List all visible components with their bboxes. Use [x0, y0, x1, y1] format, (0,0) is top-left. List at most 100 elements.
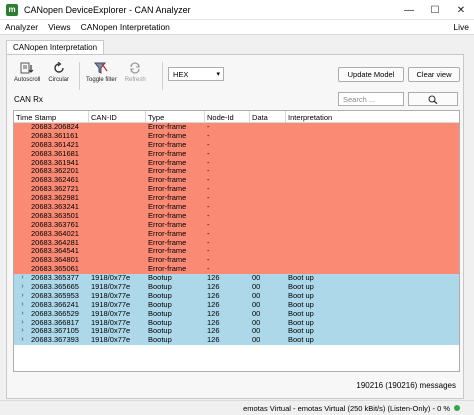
cell-interpretation: Boot up	[288, 300, 314, 309]
expand-arrow-icon[interactable]: ›	[14, 336, 29, 345]
expand-arrow-icon[interactable]: ›	[14, 319, 29, 328]
cell-type: Bootup	[148, 318, 172, 327]
window-title: CANopen DeviceExplorer - CAN Analyzer	[24, 4, 191, 15]
table-row[interactable]: 20683.364021 Error-frame -	[14, 229, 459, 239]
table-row[interactable]: 20683.361161 Error-frame -	[14, 131, 459, 141]
cell-node-id: 126	[207, 291, 220, 300]
table-row[interactable]: 20683.362461 Error-frame -	[14, 176, 459, 186]
cell-type: Error-frame	[148, 211, 187, 220]
cell-timestamp: 20683.364801	[31, 256, 79, 265]
search-button[interactable]	[408, 92, 458, 106]
expand-arrow-icon[interactable]: ›	[14, 283, 29, 292]
cell-node-id: -	[207, 238, 210, 247]
table-row[interactable]: › 20683.367105 1918/0x77e Bootup 126 00 Boot u…	[14, 327, 459, 337]
table-row[interactable]: › 20683.366241 1918/0x77e Bootup 126 00 Boot u…	[14, 300, 459, 310]
cell-type: Error-frame	[148, 247, 187, 256]
message-table[interactable]: Time Stamp CAN-ID Type Node-Id Data Inte…	[13, 110, 460, 372]
cell-type: Error-frame	[148, 256, 187, 265]
menu-live[interactable]: Live	[448, 22, 474, 32]
cell-interpretation: Boot up	[288, 327, 314, 336]
cell-timestamp: 20683.361681	[31, 149, 79, 158]
cell-timestamp: 20683.366529	[31, 309, 79, 318]
cell-can-id: 1918/0x77e	[91, 327, 131, 336]
table-row[interactable]: › 20683.365377 1918/0x77e Bootup 126 00 Boot u…	[14, 274, 459, 284]
table-row[interactable]: 20683.362721 Error-frame -	[14, 185, 459, 195]
table-row[interactable]: 20683.364281 Error-frame -	[14, 238, 459, 248]
header-node-id[interactable]: Node-Id	[205, 111, 250, 123]
cell-timestamp: 20683.361161	[31, 131, 79, 140]
search-input[interactable]: Search ...	[338, 92, 404, 106]
cell-can-id: 1918/0x77e	[91, 274, 131, 283]
cell-interpretation: Boot up	[288, 291, 314, 300]
table-row[interactable]: › 20683.366817 1918/0x77e Bootup 126 00 Boot u…	[14, 318, 459, 328]
table-row[interactable]: 20683.363241 Error-frame -	[14, 203, 459, 212]
cell-data: 00	[252, 300, 261, 309]
header-can-id[interactable]: CAN-ID	[89, 111, 146, 123]
toolbar: Autoscroll Circular Toggle filter Refres…	[14, 62, 154, 90]
cell-node-id: -	[207, 256, 210, 265]
toggle-filter-label: Toggle filter	[86, 77, 117, 83]
table-row[interactable]: › 20683.367393 1918/0x77e Bootup 126 00 Boot u…	[14, 336, 459, 346]
menu-views[interactable]: Views	[43, 22, 76, 32]
expand-arrow-icon[interactable]: ›	[14, 327, 29, 336]
title-bar: m CANopen DeviceExplorer - CAN Analyzer …	[0, 0, 474, 20]
table-row[interactable]: › 20683.365665 1918/0x77e Bootup 126 00 Boot u…	[14, 283, 459, 292]
cell-data: 00	[252, 327, 261, 336]
table-row[interactable]: 20683.361941 Error-frame -	[14, 158, 459, 168]
cell-type: Bootup	[148, 274, 172, 283]
refresh-button[interactable]: Refresh	[125, 62, 146, 83]
table-row[interactable]: 20683.364541 Error-frame -	[14, 247, 459, 257]
table-row[interactable]: 20683.362981 Error-frame -	[14, 194, 459, 204]
expand-arrow-icon[interactable]: ›	[14, 292, 29, 301]
cell-node-id: -	[207, 185, 210, 194]
cell-data: 00	[252, 318, 261, 327]
cell-timestamp: 20683.361421	[31, 140, 79, 149]
minimize-button[interactable]: —	[396, 0, 422, 20]
table-row[interactable]: 20683.363501 Error-frame -	[14, 211, 459, 221]
table-row[interactable]: 20683.361421 Error-frame -	[14, 140, 459, 150]
cell-node-id: -	[207, 131, 210, 140]
expand-arrow-icon[interactable]: ›	[14, 310, 29, 319]
header-data[interactable]: Data	[250, 111, 286, 123]
cell-interpretation: Boot up	[288, 318, 314, 327]
table-row[interactable]: 20683.363761 Error-frame -	[14, 220, 459, 230]
table-row[interactable]: 20683.365061 Error-frame -	[14, 265, 459, 275]
header-timestamp[interactable]: Time Stamp	[14, 111, 89, 123]
cell-node-id: 126	[207, 283, 220, 292]
table-body: 20683.206824 Error-frame - 20683.361161 Erro…	[14, 123, 459, 346]
cell-can-id: 1918/0x77e	[91, 300, 131, 309]
table-row[interactable]: › 20683.365953 1918/0x77e Bootup 126 00 Boot u…	[14, 291, 459, 301]
format-value: HEX	[173, 69, 189, 79]
cell-data: 00	[252, 309, 261, 318]
menu-canopen-interpretation[interactable]: CANopen Interpretation	[76, 22, 175, 32]
close-button[interactable]: ✕	[448, 0, 474, 20]
header-interpretation[interactable]: Interpretation	[286, 111, 459, 123]
header-type[interactable]: Type	[146, 111, 205, 123]
tab-canopen-interpretation[interactable]: CANopen Interpretation	[6, 40, 105, 54]
circular-button[interactable]: Circular	[48, 62, 69, 83]
cell-can-id: 1918/0x77e	[91, 309, 131, 318]
cell-data: 00	[252, 274, 261, 283]
circular-label: Circular	[48, 77, 70, 83]
expand-arrow-icon[interactable]: ›	[14, 301, 29, 310]
cell-timestamp: 20683.365953	[31, 291, 79, 300]
maximize-button[interactable]: ☐	[422, 0, 448, 20]
can-rx-label: CAN Rx	[14, 95, 43, 104]
table-row[interactable]: 20683.206824 Error-frame -	[14, 123, 459, 132]
cell-type: Error-frame	[148, 176, 187, 185]
expand-arrow-icon[interactable]: ›	[14, 274, 29, 283]
format-select[interactable]: HEX ▾	[168, 67, 224, 81]
menu-analyzer[interactable]: Analyzer	[0, 22, 43, 32]
table-row[interactable]: › 20683.366529 1918/0x77e Bootup 126 00 Boot u…	[14, 309, 459, 319]
toggle-filter-button[interactable]: Toggle filter	[86, 62, 117, 83]
table-row[interactable]: 20683.364801 Error-frame -	[14, 256, 459, 266]
clear-view-button[interactable]: Clear view	[408, 67, 460, 82]
cell-data: 00	[252, 291, 261, 300]
cell-node-id: -	[207, 123, 210, 131]
table-row[interactable]: 20683.362201 Error-frame -	[14, 167, 459, 177]
cell-type: Bootup	[148, 300, 172, 309]
update-model-button[interactable]: Update Model	[338, 67, 404, 82]
table-row[interactable]: 20683.361681 Error-frame -	[14, 149, 459, 159]
autoscroll-button[interactable]: Autoscroll	[14, 62, 40, 83]
status-indicator-icon	[454, 405, 460, 411]
